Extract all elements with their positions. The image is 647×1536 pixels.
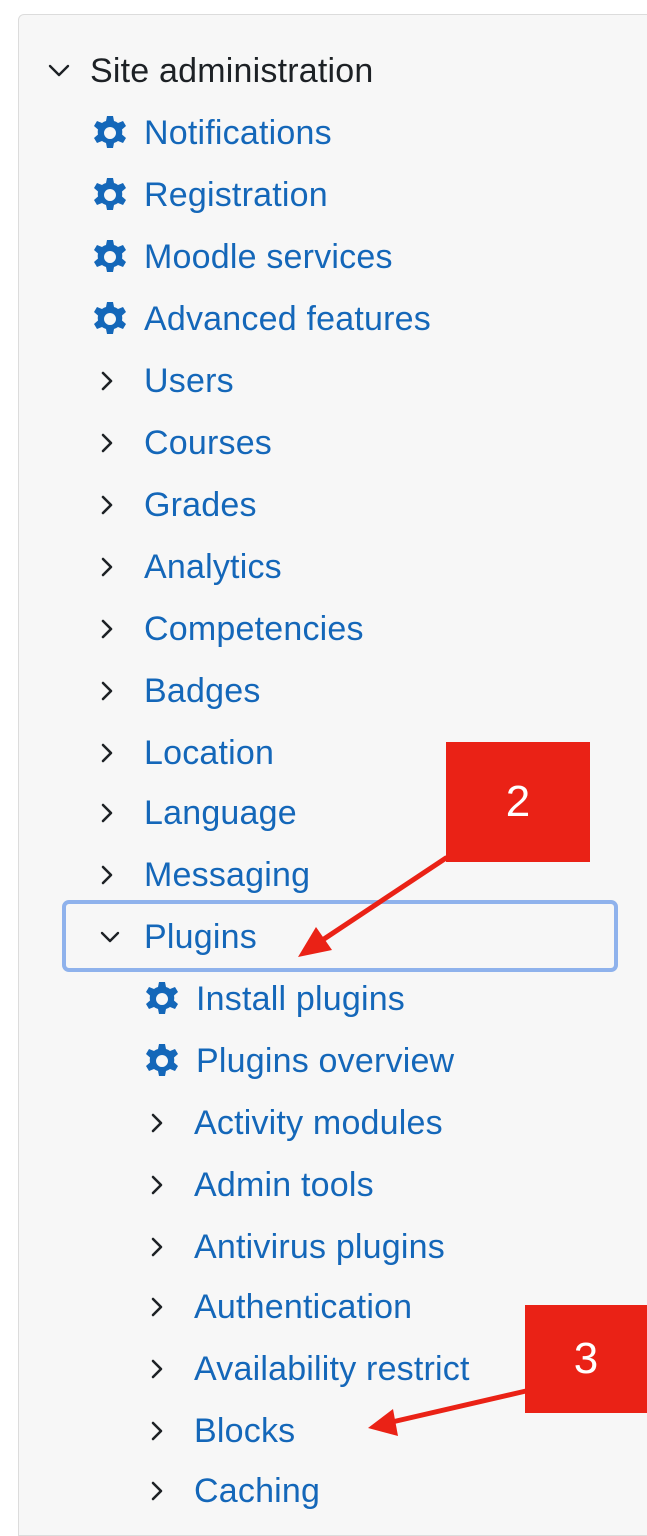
annotation-arrows xyxy=(298,855,529,1436)
annotation-arrow-2 xyxy=(298,855,449,957)
annotation-arrow-3 xyxy=(368,1388,529,1436)
